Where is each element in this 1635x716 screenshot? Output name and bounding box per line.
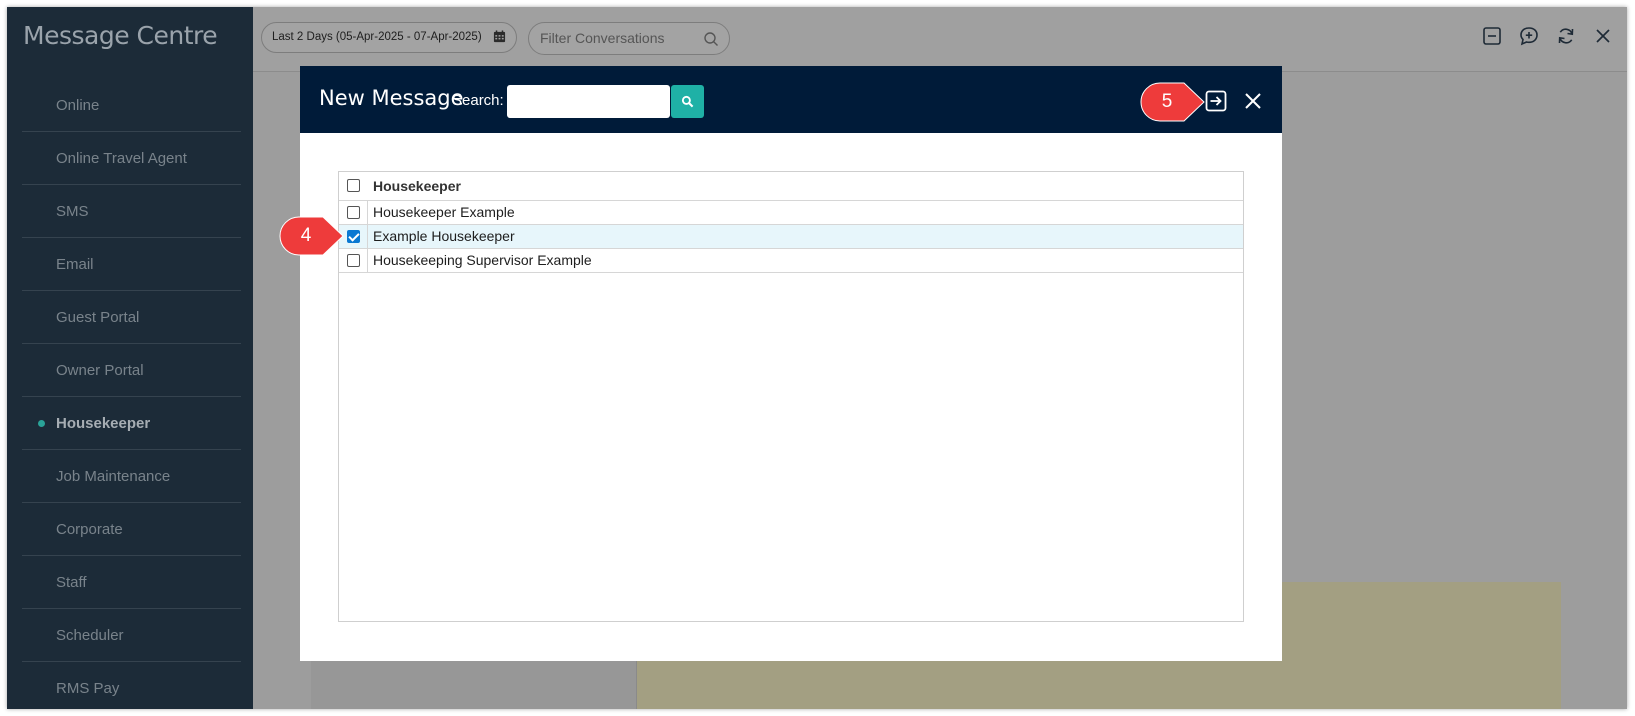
recipient-checkbox[interactable] <box>347 229 360 243</box>
recipient-checkbox[interactable] <box>347 253 360 267</box>
date-range-label: Last 2 Days (05-Apr-2025 - 07-Apr-2025) <box>272 31 482 43</box>
sidebar-item-sms[interactable]: SMS <box>22 185 241 238</box>
group-label: Housekeeper <box>373 178 461 194</box>
sidebar-item-label: Online Travel Agent <box>56 150 187 167</box>
sidebar-item-label: Owner Portal <box>56 362 144 379</box>
search-button[interactable] <box>671 85 704 118</box>
list-item[interactable]: Housekeeper Example <box>339 201 1243 225</box>
sidebar-item-housekeeper[interactable]: Housekeeper <box>22 397 241 450</box>
search-icon <box>704 32 718 46</box>
close-icon[interactable] <box>1243 91 1263 111</box>
sidebar-item-label: Guest Portal <box>56 309 140 326</box>
modal-title: New Message <box>319 86 464 110</box>
step-callout-4: 4 <box>279 216 345 256</box>
refresh-icon[interactable] <box>1556 26 1576 46</box>
callout-arrow-shape <box>1140 82 1205 122</box>
sidebar-nav: Online Online Travel Agent SMS Email Gue… <box>22 79 241 709</box>
sidebar: Message Centre Online Online Travel Agen… <box>7 7 253 709</box>
filter-placeholder: Filter Conversations <box>540 30 665 46</box>
sidebar-item-email[interactable]: Email <box>22 238 241 291</box>
calendar-icon <box>493 30 506 43</box>
app-title: Message Centre <box>23 21 218 50</box>
recipient-name: Example Housekeeper <box>373 228 515 244</box>
recipient-name: Housekeeper Example <box>373 204 515 220</box>
recipient-checkbox[interactable] <box>347 205 360 219</box>
sidebar-item-label: RMS Pay <box>56 680 120 697</box>
recipient-name: Housekeeping Supervisor Example <box>373 252 592 268</box>
sidebar-item-staff[interactable]: Staff <box>22 556 241 609</box>
list-item[interactable]: Housekeeping Supervisor Example <box>339 249 1243 273</box>
sidebar-item-label: Online <box>56 97 100 114</box>
sidebar-item-label: Staff <box>56 574 87 591</box>
sidebar-item-label: Scheduler <box>56 627 124 644</box>
sidebar-item-rms-pay[interactable]: RMS Pay <box>22 662 241 709</box>
search-label: Search: <box>452 92 504 109</box>
sidebar-item-label: Housekeeper <box>56 415 151 432</box>
proceed-icon[interactable] <box>1205 90 1227 112</box>
checkbox-cell <box>339 172 368 200</box>
sidebar-item-job-maintenance[interactable]: Job Maintenance <box>22 450 241 503</box>
callout-arrow-shape <box>279 216 344 256</box>
toolbar-icons <box>1482 26 1613 46</box>
sidebar-item-corporate[interactable]: Corporate <box>22 503 241 556</box>
sidebar-item-guest-portal[interactable]: Guest Portal <box>22 291 241 344</box>
sidebar-item-label: Email <box>56 256 94 273</box>
recipient-list: Housekeeper Housekeeper Example Example … <box>338 171 1244 622</box>
date-range-picker[interactable]: Last 2 Days (05-Apr-2025 - 07-Apr-2025) <box>261 22 517 53</box>
sidebar-item-owner-portal[interactable]: Owner Portal <box>22 344 241 397</box>
callout-number: 5 <box>1161 91 1173 112</box>
modal-header: New Message Search: <box>300 66 1282 133</box>
app-window: Message Centre Online Online Travel Agen… <box>7 7 1627 709</box>
sidebar-item-online[interactable]: Online <box>22 79 241 132</box>
top-toolbar: Last 2 Days (05-Apr-2025 - 07-Apr-2025) … <box>253 7 1627 72</box>
filter-conversations-input[interactable]: Filter Conversations <box>528 22 730 55</box>
sidebar-item-online-travel-agent[interactable]: Online Travel Agent <box>22 132 241 185</box>
search-icon <box>681 95 694 108</box>
select-all-row[interactable]: Housekeeper <box>339 172 1243 201</box>
sidebar-item-label: Corporate <box>56 521 123 538</box>
new-chat-icon[interactable] <box>1519 26 1539 46</box>
new-message-modal: New Message Search: Housekeeper Housekee… <box>300 66 1282 661</box>
sidebar-item-label: Job Maintenance <box>56 468 171 485</box>
select-all-checkbox[interactable] <box>347 179 360 192</box>
list-item[interactable]: Example Housekeeper <box>339 225 1243 249</box>
callout-number: 4 <box>300 225 312 246</box>
minimize-icon[interactable] <box>1482 26 1502 46</box>
step-callout-5: 5 <box>1140 82 1206 122</box>
sidebar-item-scheduler[interactable]: Scheduler <box>22 609 241 662</box>
active-dot-icon <box>38 420 45 427</box>
recipient-search-input[interactable] <box>507 85 670 118</box>
close-icon[interactable] <box>1593 26 1613 46</box>
background-panel <box>311 657 637 709</box>
sidebar-item-label: SMS <box>56 203 89 220</box>
